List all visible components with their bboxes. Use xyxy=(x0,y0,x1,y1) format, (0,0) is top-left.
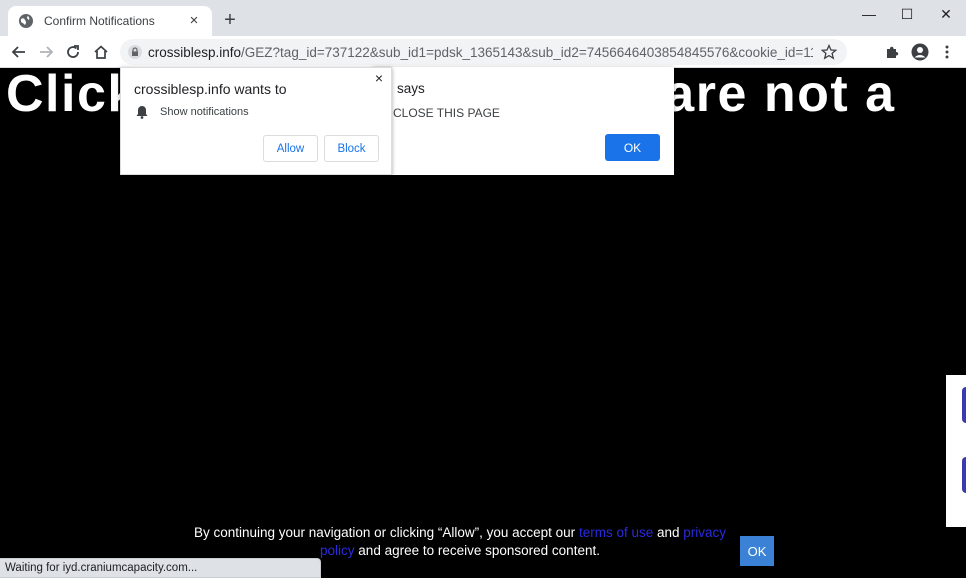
browser-window: Confirm Notifications × + — ☐ ✕ crossibl… xyxy=(0,0,966,578)
url-path: /GEZ?tag_id=737122&sub_id1=pdsk_1365143&… xyxy=(241,44,813,60)
alert-ok-button[interactable]: OK xyxy=(605,134,660,161)
puzzle-icon xyxy=(887,46,899,58)
url-text[interactable]: crossiblesp.info/GEZ?tag_id=737122&sub_i… xyxy=(148,45,813,60)
address-bar[interactable]: crossiblesp.info/GEZ?tag_id=737122&sub_i… xyxy=(120,39,847,65)
url-host: crossiblesp.info xyxy=(148,44,242,60)
arrow-right-icon xyxy=(40,46,54,58)
side-widget-circle xyxy=(962,387,966,423)
side-widget-circle xyxy=(962,457,966,493)
consent-post: and agree to receive sponsored content. xyxy=(354,543,600,558)
consent-mid: and xyxy=(653,525,684,540)
terms-link[interactable]: terms of use xyxy=(579,525,653,540)
tab-confirm-notifications[interactable]: Confirm Notifications × xyxy=(8,6,212,36)
home-icon xyxy=(94,45,108,59)
alert-dialog: says CLOSE THIS PAGE OK xyxy=(373,67,674,175)
side-widget[interactable] xyxy=(946,375,966,527)
globe-icon xyxy=(19,14,33,28)
arrow-left-icon xyxy=(11,46,25,58)
menu-button[interactable] xyxy=(935,40,959,64)
extensions-button[interactable] xyxy=(881,40,905,64)
permission-close-icon[interactable]: × xyxy=(371,70,387,86)
lock-icon[interactable] xyxy=(128,45,142,59)
tab-strip: Confirm Notifications × + — ☐ ✕ xyxy=(0,0,966,36)
more-vert-icon xyxy=(945,45,949,59)
consent-ok-button[interactable]: OK xyxy=(740,536,774,566)
status-bar: Waiting for iyd.craniumcapacity.com... xyxy=(0,558,321,578)
block-button[interactable]: Block xyxy=(324,135,379,162)
bookmark-star-icon[interactable] xyxy=(821,44,837,60)
allow-button[interactable]: Allow xyxy=(263,135,318,162)
permission-title: crossiblesp.info wants to xyxy=(134,81,287,97)
back-button[interactable] xyxy=(7,40,31,64)
reload-icon xyxy=(67,45,79,58)
maximize-button[interactable]: ☐ xyxy=(895,4,919,24)
forward-button[interactable] xyxy=(34,40,58,64)
reload-button[interactable] xyxy=(61,40,85,64)
close-window-button[interactable]: ✕ xyxy=(934,4,958,24)
consent-text: By continuing your navigation or clickin… xyxy=(180,524,740,560)
alert-title: says xyxy=(397,81,425,96)
home-button[interactable] xyxy=(89,40,113,64)
profile-button[interactable] xyxy=(908,40,932,64)
new-tab-button[interactable]: + xyxy=(220,10,240,30)
consent-pre: By continuing your navigation or clickin… xyxy=(193,525,579,540)
permission-item-text: Show notifications xyxy=(160,106,249,118)
tab-title: Confirm Notifications xyxy=(44,14,155,28)
toolbar: crossiblesp.info/GEZ?tag_id=737122&sub_i… xyxy=(0,36,966,68)
notification-permission-prompt: crossiblesp.info wants to × Show notific… xyxy=(120,67,392,175)
alert-message: CLOSE THIS PAGE xyxy=(393,106,500,120)
bell-icon xyxy=(136,106,148,119)
tab-close-icon[interactable]: × xyxy=(186,13,202,29)
minimize-button[interactable]: — xyxy=(857,4,881,24)
account-icon xyxy=(911,43,929,61)
